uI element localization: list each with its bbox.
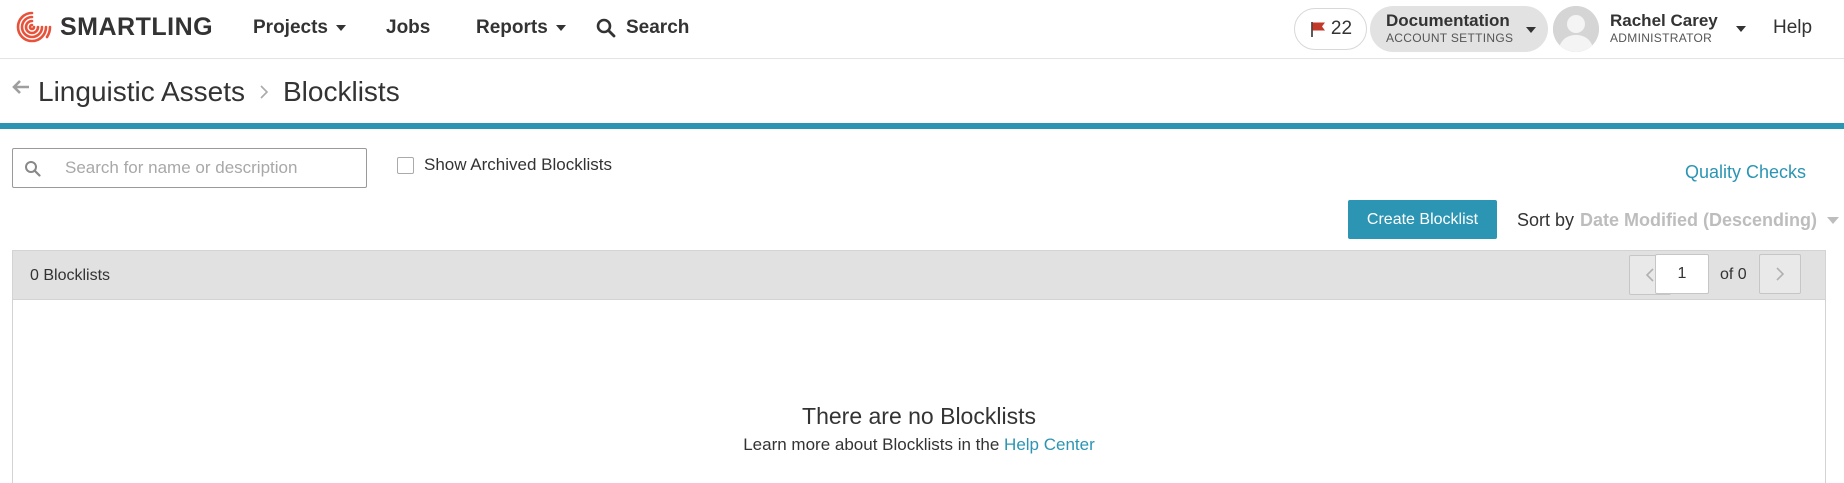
user-name: Rachel Carey [1610,11,1718,30]
chevron-right-icon [260,85,269,99]
show-archived-checkbox[interactable] [397,156,414,174]
search-field[interactable] [12,148,367,188]
nav-search-label: Search [626,17,690,38]
chevron-down-icon [1827,217,1840,224]
back-arrow-icon[interactable] [12,78,30,96]
show-archived-toggle[interactable]: Show Archived Blocklists [397,155,612,175]
nav-reports-label: Reports [476,17,548,38]
create-blocklist-button[interactable]: Create Blocklist [1348,200,1497,239]
user-avatar-icon [1553,6,1599,52]
header-accent-bar [0,123,1844,129]
help-center-link[interactable]: Help Center [1004,435,1095,454]
nav-help-label: Help [1773,17,1813,38]
account-switcher[interactable]: Documentation ACCOUNT SETTINGS [1370,6,1548,52]
chevron-down-icon[interactable] [1736,26,1746,32]
account-settings-label: ACCOUNT SETTINGS [1386,31,1514,45]
chevron-down-icon [335,25,346,31]
chevron-down-icon [555,25,566,31]
issues-flag-button[interactable]: 22 [1294,8,1367,50]
nav-projects-label: Projects [253,17,328,38]
search-input[interactable] [63,155,353,181]
search-icon [596,18,616,38]
smartling-logo-icon [16,11,52,43]
breadcrumb-parent[interactable]: Linguistic Assets [38,76,245,108]
smartling-logo[interactable]: SMARTLING [12,7,213,47]
empty-state-message: Learn more about Blocklists in the [743,435,1000,454]
nav-jobs[interactable]: Jobs [386,0,430,56]
nav-help[interactable]: Help [1773,0,1812,56]
sort-value: Date Modified (Descending) [1580,210,1818,230]
empty-state-title: There are no Blocklists [802,403,1036,429]
chevron-right-icon [1776,267,1785,281]
nav-reports[interactable]: Reports [476,0,566,56]
nav-projects[interactable]: Projects [253,0,346,56]
nav-search[interactable]: Search [596,0,689,56]
issues-count: 22 [1330,18,1353,39]
avatar[interactable] [1553,6,1599,52]
top-navigation: SMARTLING Projects Jobs Reports Search 2… [0,0,1844,59]
page-total: of 0 [1720,266,1747,283]
user-menu[interactable]: Rachel Carey ADMINISTRATOR [1610,11,1718,46]
next-page-button[interactable] [1759,254,1801,294]
sort-select[interactable]: Date Modified (Descending) [1580,210,1840,231]
sort-label: Sort by [1517,210,1575,230]
logo-text: SMARTLING [60,12,214,41]
flag-icon [1311,22,1325,37]
nav-jobs-label: Jobs [386,17,431,38]
empty-state-text: Learn more about Blocklists in the Help … [13,435,1825,455]
results-body: There are no Blocklists Learn more about… [12,300,1826,483]
results-header: 0 Blocklists [12,250,1826,300]
breadcrumb: Linguistic Assets Blocklists [12,72,400,112]
user-role: ADMINISTRATOR [1610,31,1713,45]
breadcrumb-current: Blocklists [283,76,400,107]
account-name: Documentation [1386,11,1510,30]
page-number-input[interactable] [1655,254,1709,294]
results-count: 0 Blocklists [30,267,111,284]
quality-checks-link[interactable]: Quality Checks [1685,162,1806,183]
chevron-left-icon [1645,268,1654,282]
show-archived-label: Show Archived Blocklists [424,155,613,174]
search-icon [25,161,41,177]
chevron-down-icon [1526,27,1536,33]
